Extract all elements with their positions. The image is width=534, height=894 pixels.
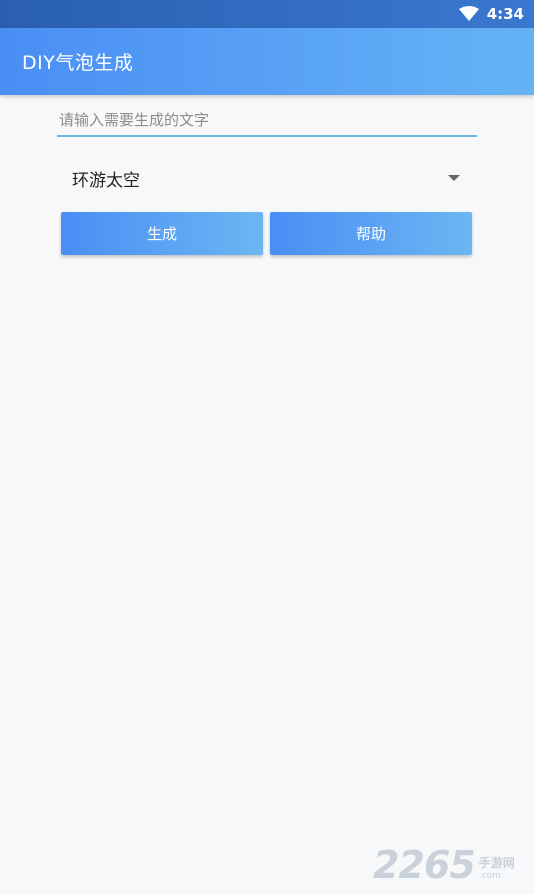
status-time: 4:34 bbox=[486, 5, 524, 23]
watermark-url: .com bbox=[478, 871, 501, 881]
watermark-logo: 2265 手游网 .com bbox=[373, 834, 528, 884]
help-button[interactable]: 帮助 bbox=[270, 212, 472, 255]
app-title: DIY气泡生成 bbox=[22, 52, 134, 74]
wifi-icon bbox=[458, 6, 479, 21]
style-select-value: 环游太空 bbox=[72, 170, 140, 191]
status-bar: 4:34 bbox=[0, 0, 534, 28]
watermark-number: 2265 bbox=[373, 843, 476, 887]
dropdown-arrow-icon bbox=[448, 175, 460, 181]
generate-button[interactable]: 生成 bbox=[61, 212, 263, 255]
text-input[interactable] bbox=[57, 105, 477, 137]
app-bar: DIY气泡生成 bbox=[0, 28, 534, 95]
style-select[interactable]: 环游太空 bbox=[58, 158, 476, 198]
watermark-side: 手游网 .com bbox=[479, 854, 515, 881]
watermark-text: 手游网 bbox=[478, 856, 515, 870]
